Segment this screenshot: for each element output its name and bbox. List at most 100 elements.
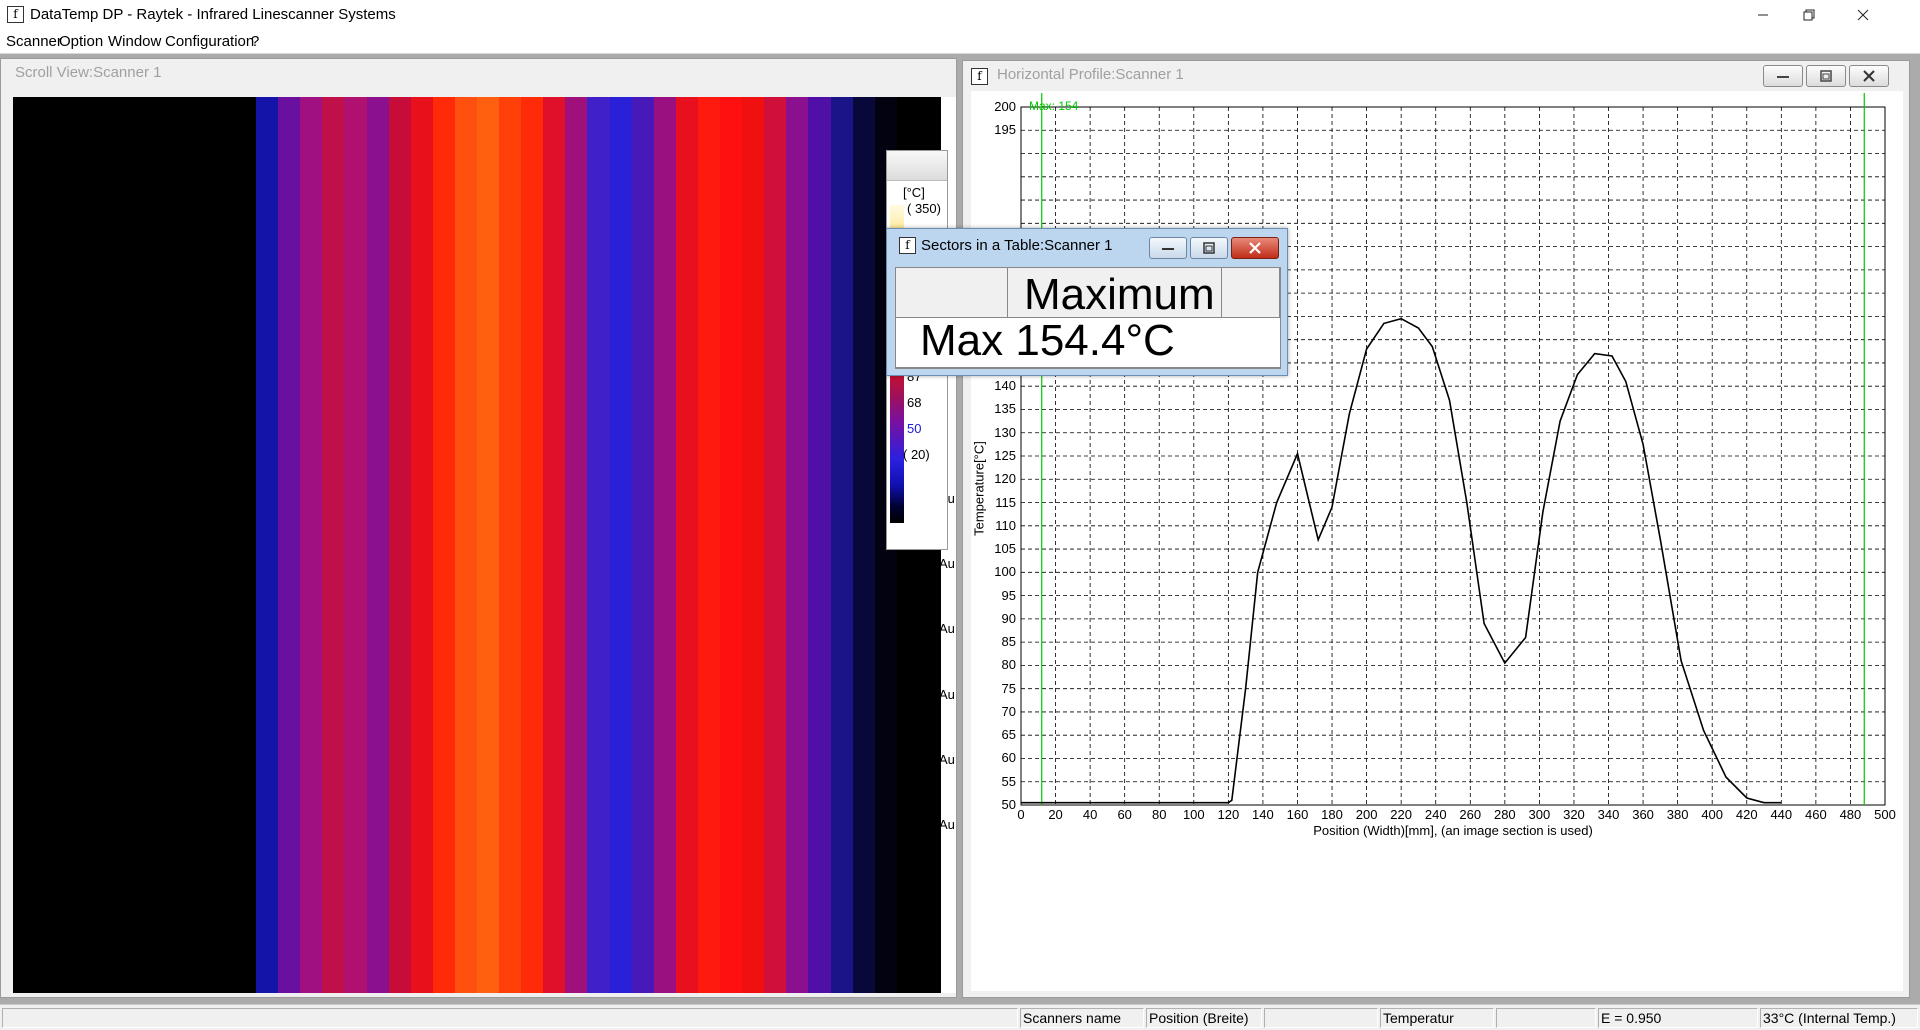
- color-scale-unit: [°C]: [903, 185, 925, 200]
- profile-plot[interactable]: 50 55 60 65 70 75 80 85 90 95 100 105 110 115 120 125 13…: [971, 91, 1903, 991]
- thermal-stripe: [499, 97, 522, 993]
- thermal-stripe: [35, 97, 58, 993]
- sectors-max-value: Max 154.4°C: [920, 316, 1175, 365]
- side-label: Au: [939, 752, 955, 767]
- grid-corner-cell: [896, 268, 1008, 318]
- minimize-icon: [1758, 14, 1768, 16]
- y-tick-label: 100: [994, 564, 1016, 580]
- y-tick-label: 140: [994, 378, 1016, 394]
- scroll-view-window[interactable]: Scroll View:Scanner 1 AuAuAuAuAuAu: [0, 58, 957, 998]
- y-tick-label: 75: [1001, 680, 1016, 696]
- y-tick-label: 135: [994, 401, 1016, 417]
- thermal-stripe: [675, 97, 699, 993]
- thermal-stripe: [565, 97, 589, 993]
- thermal-stripe: [653, 97, 677, 993]
- close-icon: [1857, 9, 1869, 21]
- thermal-stripe: [543, 97, 566, 993]
- close-icon: [1863, 70, 1875, 82]
- restore-icon: [1203, 242, 1215, 254]
- profile-close-button[interactable]: [1849, 65, 1889, 87]
- title-bar: f DataTemp DP - Raytek - Infrared Linesc…: [0, 0, 1920, 30]
- status-cell-position-value: [1264, 1008, 1378, 1028]
- thermal-stripe: [167, 97, 191, 993]
- thermal-stripe: [631, 97, 655, 993]
- app-window: f DataTemp DP - Raytek - Infrared Linesc…: [0, 0, 1920, 1030]
- menu-window[interactable]: Window: [108, 33, 161, 50]
- thermal-stripe: [697, 97, 721, 993]
- y-axis-label-box: Temperature[°C]: [969, 421, 989, 561]
- status-bar: Scanners name Position (Breite) Temperat…: [0, 1004, 1920, 1030]
- menu-help[interactable]: ?: [251, 33, 259, 50]
- y-tick-label: 195: [994, 122, 1016, 138]
- close-button[interactable]: [1840, 0, 1886, 30]
- y-tick-label: 85: [1001, 634, 1016, 650]
- thermal-stripe: [57, 97, 80, 993]
- color-scale-top: ( 350): [907, 201, 941, 216]
- thermal-stripe: [521, 97, 544, 993]
- sectors-restore-button[interactable]: [1190, 237, 1228, 259]
- thermal-stripe: [477, 97, 500, 993]
- menu-option[interactable]: Option: [59, 33, 103, 50]
- thermal-stripe: [79, 97, 102, 993]
- profile-minimize-button[interactable]: [1763, 65, 1803, 87]
- color-scale-header: [887, 151, 947, 181]
- status-cell-position: Position (Breite): [1146, 1008, 1262, 1028]
- mdi-workspace: Scroll View:Scanner 1 AuAuAuAuAuAu [°C] …: [0, 54, 1920, 1004]
- status-cell-temperature-value: [1496, 1008, 1596, 1028]
- thermal-stripe: [410, 97, 434, 993]
- close-icon: [1249, 242, 1261, 254]
- thermal-stripe: [189, 97, 213, 993]
- x-tick-label: 500: [1874, 807, 1896, 822]
- thermal-scroll-image[interactable]: [13, 97, 941, 993]
- thermal-stripe: [300, 97, 323, 993]
- restore-icon: [1820, 70, 1832, 82]
- thermal-stripe: [233, 97, 257, 993]
- thermal-stripe: [742, 97, 765, 993]
- minimize-icon: [1777, 76, 1789, 78]
- y-axis-label: Temperature[°C]: [971, 441, 987, 536]
- color-scale-label: 68: [907, 395, 922, 410]
- x-axis-label: Position (Width)[mm], (an image section …: [1313, 823, 1593, 838]
- minimize-icon: [1162, 248, 1174, 250]
- max-marker-label: Max: 154: [1029, 99, 1079, 113]
- sectors-grid: Maximum Max 154.4°C: [895, 267, 1281, 369]
- y-tick-label: 200: [994, 99, 1016, 114]
- thermal-stripe: [432, 97, 456, 993]
- thermal-stripe: [13, 97, 36, 993]
- thermal-stripe: [720, 97, 743, 993]
- thermal-stripe: [101, 97, 125, 993]
- menu-configuration[interactable]: Configuration: [165, 33, 254, 50]
- minimize-button[interactable]: [1740, 0, 1786, 30]
- horizontal-profile-window[interactable]: f Horizontal Profile:Scanner 1 50 55 60 65 7…: [962, 60, 1910, 998]
- thermal-stripe: [278, 97, 301, 993]
- thermal-stripe: [123, 97, 147, 993]
- side-label: Au: [939, 556, 955, 571]
- sectors-window-title: Sectors in a Table:Scanner 1: [921, 237, 1113, 254]
- profile-restore-button[interactable]: [1806, 65, 1846, 87]
- y-tick-label: 90: [1001, 610, 1016, 626]
- menu-bar: Scanner Option Window Configuration ?: [0, 30, 1920, 54]
- thermal-stripe: [388, 97, 412, 993]
- thermal-stripe: [322, 97, 346, 993]
- status-cell-temperature: Temperatur: [1380, 1008, 1494, 1028]
- window-title: DataTemp DP - Raytek - Infrared Linescan…: [30, 6, 396, 23]
- thermal-stripe: [366, 97, 390, 993]
- profile-chart-svg: [1020, 93, 1886, 806]
- restore-button[interactable]: [1786, 0, 1832, 30]
- thermal-stripe: [830, 97, 854, 993]
- thermal-stripe: [256, 97, 279, 993]
- y-tick-label: 65: [1001, 727, 1016, 743]
- side-label: Au: [939, 687, 955, 702]
- sectors-close-button[interactable]: [1231, 237, 1279, 259]
- thermal-stripe: [454, 97, 478, 993]
- sectors-table-window[interactable]: f Sectors in a Table:Scanner 1 Maximum M…: [886, 228, 1288, 376]
- color-scale-bottom: ( 20): [903, 447, 930, 462]
- sectors-minimize-button[interactable]: [1149, 237, 1187, 259]
- thermal-stripe: [211, 97, 235, 993]
- y-tick-label: 55: [1001, 773, 1016, 789]
- y-tick-label: 80: [1001, 657, 1016, 673]
- status-cell-message: [2, 1008, 1018, 1028]
- side-label: Au: [939, 817, 955, 832]
- color-scale-label: 50: [907, 421, 922, 436]
- menu-scanner[interactable]: Scanner: [6, 33, 62, 50]
